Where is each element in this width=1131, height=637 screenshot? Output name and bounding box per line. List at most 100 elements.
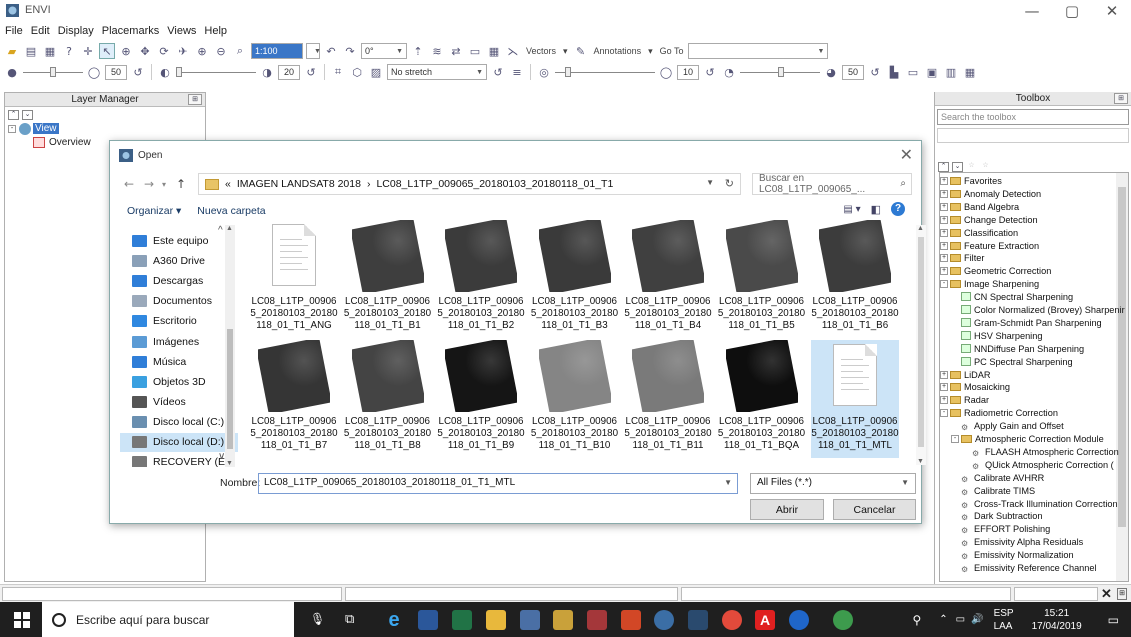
chevron-down-icon[interactable]: ▼ <box>706 178 714 187</box>
stretch-combo[interactable]: No stretch ▼ <box>387 64 487 80</box>
volume-icon[interactable]: 🔊 <box>971 614 983 625</box>
toolbox-search-results[interactable] <box>937 128 1129 143</box>
file-item[interactable]: LC08_L1TP_009065_20180103_20180118_01_T1… <box>344 340 432 458</box>
toolbox-item[interactable]: Color Normalized (Brovey) Sharpenir <box>961 304 1125 316</box>
reset-icon[interactable]: ↺ <box>867 64 883 80</box>
chevron-down-icon[interactable]: ▼ <box>724 478 732 487</box>
pin-icon[interactable]: ⊞ <box>188 94 202 105</box>
crosshair-icon[interactable]: ✛ <box>80 43 96 59</box>
portal-icon[interactable]: ▭ <box>467 43 483 59</box>
vectors-menu[interactable]: Vectors <box>524 46 558 56</box>
file-item[interactable]: LC08_L1TP_009065_20180103_20180118_01_T1… <box>811 340 899 458</box>
edge-icon[interactable]: e <box>384 610 404 630</box>
menu-file[interactable]: File <box>5 25 23 37</box>
preview-pane-icon[interactable]: ◧ <box>871 203 881 216</box>
toolbox-item[interactable]: + Radar <box>940 394 989 406</box>
rotate-left-icon[interactable]: ↶ <box>323 43 339 59</box>
tree-item-overview[interactable]: Overview <box>49 137 91 148</box>
open-folder-icon[interactable]: ▰ <box>4 43 20 59</box>
nav-item[interactable]: Descargas <box>132 275 203 288</box>
scroll-up-icon[interactable]: ▲ <box>226 225 233 232</box>
nav-item[interactable]: Documentos <box>132 295 212 308</box>
expand-all-icon[interactable]: ⌄ <box>952 162 963 172</box>
nav-item[interactable]: Imágenes <box>132 335 199 348</box>
tree-item-view[interactable]: View <box>33 123 59 134</box>
rotation-combo[interactable]: 0° ▼ <box>361 43 407 59</box>
toolbox-item[interactable]: + Band Algebra <box>940 201 1019 213</box>
language-indicator[interactable]: ESP LAA <box>994 607 1014 633</box>
expand-icon[interactable]: + <box>940 202 948 211</box>
file-item[interactable]: LC08_L1TP_009065_20180103_20180118_01_T1… <box>811 220 899 338</box>
toolbox-item[interactable]: - Radiometric Correction <box>940 407 1058 419</box>
nav-item[interactable]: Disco local (C:) <box>132 415 224 428</box>
transparency-slider[interactable] <box>740 64 820 80</box>
contrast-value[interactable]: 20 <box>278 64 300 80</box>
menu-placemarks[interactable]: Placemarks <box>102 25 159 37</box>
reset-icon[interactable]: ↺ <box>702 64 718 80</box>
battery-icon[interactable]: ▭ <box>956 614 965 625</box>
status-close-icon[interactable]: ✕ <box>1101 586 1112 602</box>
file-item[interactable]: LC08_L1TP_009065_20180103_20180118_01_T1… <box>437 220 525 338</box>
toolbox-item[interactable]: ⚙ FLAASH Atmospheric Correction <box>972 446 1119 458</box>
path-segment-parent[interactable]: IMAGEN LANDSAT8 2018 <box>237 178 361 190</box>
microphone-icon[interactable]: 🎙 <box>310 612 325 626</box>
toolbox-item[interactable]: + Feature Extraction <box>940 240 1039 252</box>
scale-combo[interactable]: 1:100 <box>251 43 303 59</box>
pan-icon[interactable]: ✥ <box>137 43 153 59</box>
help-icon[interactable]: ? <box>891 202 905 216</box>
toolbox-item[interactable]: - Atmospheric Correction Module <box>951 433 1104 445</box>
vectors-chevron-icon[interactable]: ▾ <box>561 46 570 57</box>
brightness-slider[interactable] <box>23 64 83 80</box>
windows-start-icon[interactable] <box>14 612 30 628</box>
toolbox-item[interactable]: ⚙ Dark Subtraction <box>961 510 1042 522</box>
sharpen-max-icon[interactable]: ◯ <box>658 64 674 80</box>
file-item[interactable]: LC08_L1TP_009065_20180103_20180118_01_T1… <box>531 220 619 338</box>
file-item[interactable]: LC08_L1TP_009065_20180103_20180118_01_T1… <box>531 340 619 458</box>
select-arrow-icon[interactable]: ↖ <box>99 43 115 59</box>
scroll-up-icon[interactable]: ▲ <box>917 225 924 232</box>
expand-icon[interactable]: + <box>940 189 948 198</box>
file-item[interactable]: LC08_L1TP_009065_20180103_20180118_01_T1… <box>718 220 806 338</box>
toolbox-item[interactable]: + Anomaly Detection <box>940 188 1041 200</box>
nav-item[interactable]: Escritorio <box>132 315 197 328</box>
toolbox-scrollbar[interactable] <box>1116 173 1128 581</box>
organize-menu[interactable]: Organizar ▾ <box>127 205 181 217</box>
toolbox-item[interactable]: ⚙ Apply Gain and Offset <box>961 420 1064 432</box>
zoom-icon[interactable]: ⊕ <box>118 43 134 59</box>
toolbox-item[interactable]: NNDiffuse Pan Sharpening <box>961 343 1084 355</box>
toolbox-item[interactable]: ⚙ QUick Atmospheric Correction ( <box>972 459 1114 471</box>
nav-scrollbar[interactable]: ▲ ▼ <box>225 225 235 467</box>
scroll-down-icon[interactable]: ▼ <box>917 458 924 465</box>
status-pin-icon[interactable]: ⊞ <box>1117 588 1127 600</box>
grid-icon[interactable]: ▦ <box>486 43 502 59</box>
nav-item[interactable]: Este equipo <box>132 235 208 247</box>
search-icon[interactable]: ⌕ <box>900 178 906 189</box>
close-button[interactable]: ✕ <box>1101 2 1123 20</box>
toolbox-item[interactable]: ⚙ Calibrate TIMS <box>961 485 1035 497</box>
dialog-close-button[interactable]: ✕ <box>900 145 913 164</box>
path-segment-current[interactable]: LC08_L1TP_009065_20180103_20180118_01_T1 <box>376 178 613 190</box>
fly-icon[interactable]: ✈ <box>175 43 191 59</box>
toolbox-item[interactable]: ⚙ Calibrate AVHRR <box>961 472 1044 484</box>
pin-icon[interactable]: ⊞ <box>1114 93 1128 104</box>
zoom-out-icon[interactable]: ⊖ <box>213 43 229 59</box>
refresh-icon[interactable]: ↺ <box>490 64 506 80</box>
data-manager-icon[interactable]: ▤ <box>23 43 39 59</box>
menu-display[interactable]: Display <box>58 25 94 37</box>
toolbox-item[interactable]: HSV Sharpening <box>961 330 1042 342</box>
toolbox-item[interactable]: ⚙ Emissivity Reference Channel <box>961 562 1097 574</box>
toolbox-search-input[interactable]: Search the toolbox <box>937 109 1129 125</box>
grid-layout-icon[interactable]: ▦ <box>962 64 978 80</box>
file-type-select[interactable]: All Files (*.*) ▼ <box>750 473 916 494</box>
file-item[interactable]: LC08_L1TP_009065_20180103_20180118_01_T1… <box>344 220 432 338</box>
toolbox-item[interactable]: + Geometric Correction <box>940 265 1051 277</box>
maximize-button[interactable]: ▢ <box>1061 2 1083 20</box>
flicker-icon[interactable]: ≋ <box>429 43 445 59</box>
toolbox-item[interactable]: ⚙ Emissivity Alpha Residuals <box>961 536 1083 548</box>
clock[interactable]: 15:21 17/04/2019 <box>1032 607 1082 633</box>
collapse-all-icon[interactable]: ⌃ <box>938 162 949 172</box>
dialog-search-input[interactable]: Buscar en LC08_L1TP_009065_... ⌕ <box>752 173 912 195</box>
file-item[interactable]: LC08_L1TP_009065_20180103_20180118_01_T1… <box>250 220 338 338</box>
toolbox-item[interactable]: + Classification <box>940 227 1018 239</box>
envi-app-icon[interactable] <box>688 610 708 630</box>
